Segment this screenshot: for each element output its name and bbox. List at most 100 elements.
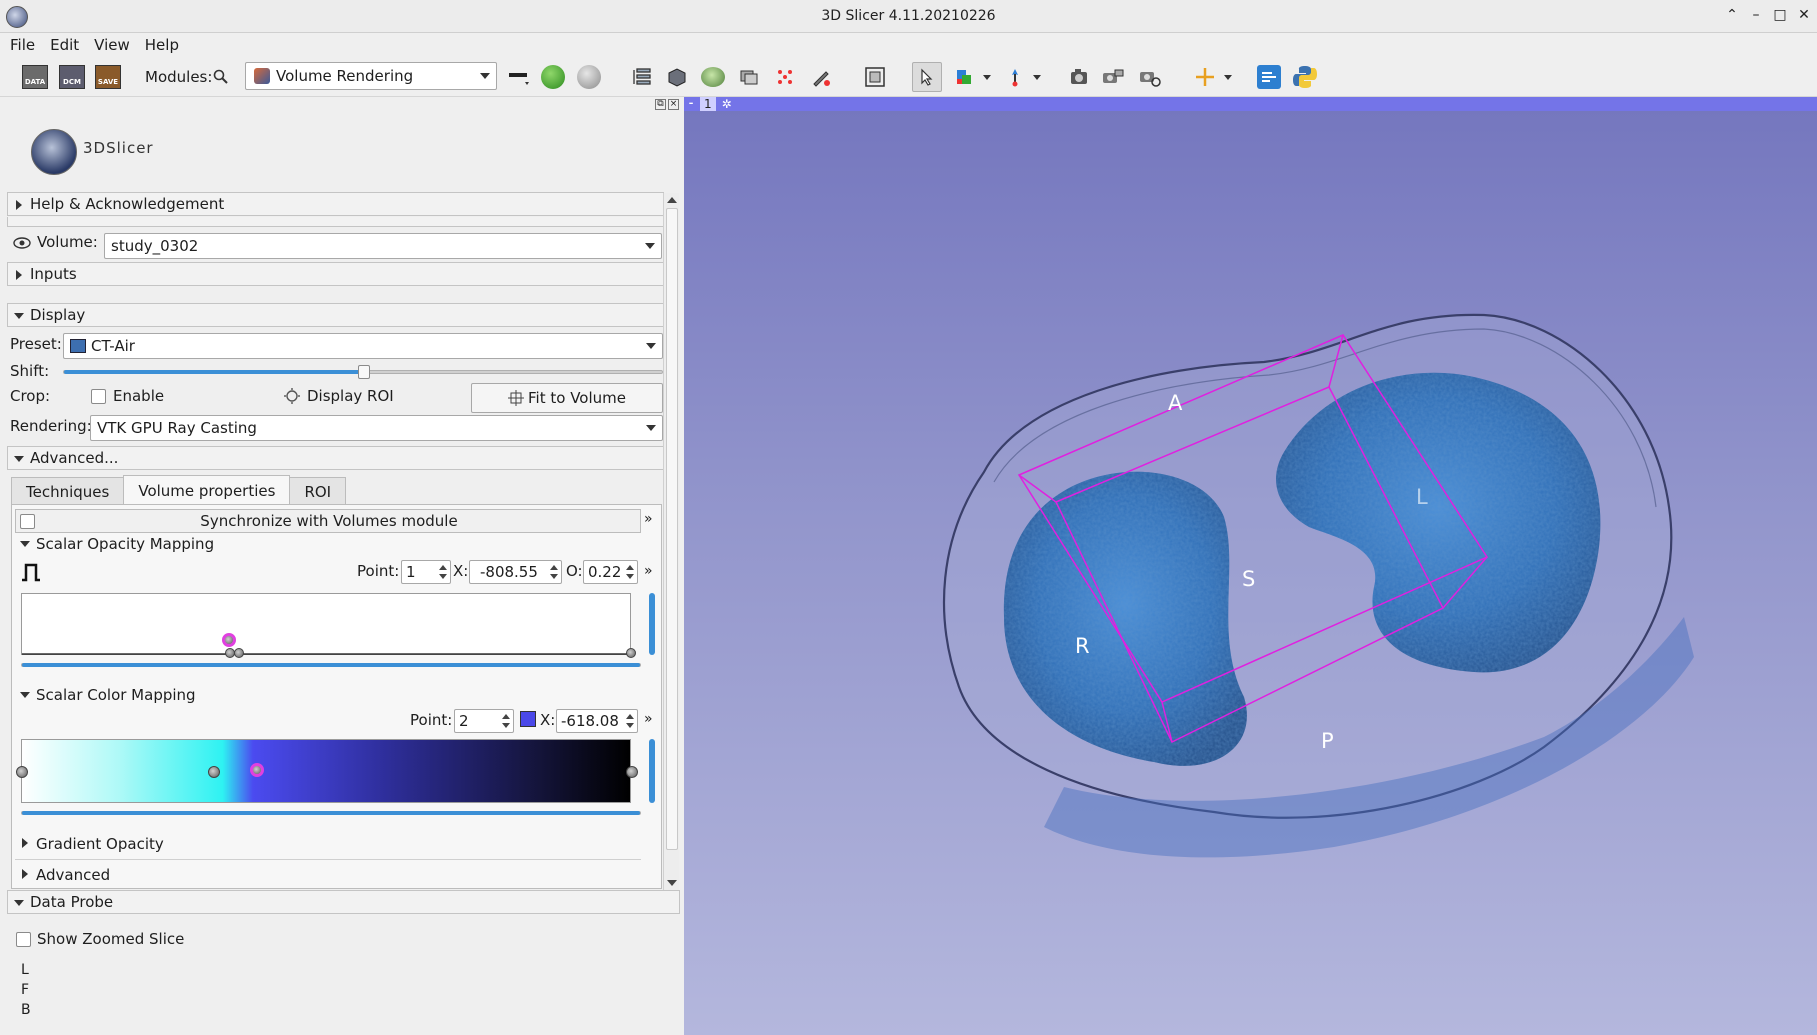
forward-button[interactable] (574, 62, 604, 92)
color-more-icon[interactable]: » (644, 711, 653, 727)
data-probe-section-header[interactable]: Data Probe (7, 890, 680, 914)
help-section-header[interactable]: Help & Acknowledgement (7, 192, 664, 216)
probe-row-l: L (21, 962, 29, 978)
shade-icon[interactable]: ⌃ (1725, 6, 1739, 24)
volume-selector[interactable]: study_0302 (104, 233, 662, 259)
module-selector[interactable]: Volume Rendering (245, 62, 497, 90)
transforms-module-button[interactable] (734, 62, 764, 92)
opacity-point-handle[interactable] (626, 648, 636, 658)
scene-view-button[interactable] (1098, 62, 1128, 92)
display-roi-icon[interactable] (283, 387, 301, 411)
collapse-arrow-icon (14, 456, 24, 462)
models-module-button[interactable] (698, 62, 728, 92)
arrow-left-icon (541, 65, 565, 89)
color-range-hslider[interactable] (21, 811, 641, 815)
shift-slider[interactable] (63, 365, 663, 379)
color-point-handle[interactable] (208, 766, 220, 778)
dicom-button[interactable]: DCM (57, 62, 87, 92)
rendering-value: VTK GPU Ray Casting (97, 419, 257, 437)
color-range-vslider[interactable] (649, 739, 655, 803)
module-history-button[interactable] (504, 62, 534, 92)
opacity-range-vslider[interactable] (649, 593, 655, 655)
app-logo-icon (6, 6, 28, 28)
color-point-spinbox[interactable]: 2 (454, 709, 514, 733)
sync-more-icon[interactable]: » (644, 511, 653, 527)
undock-icon[interactable]: ⧉ (655, 99, 666, 110)
fiducial-dropdown[interactable] (1030, 62, 1044, 92)
color-x-spinbox[interactable]: -618.08 (556, 709, 638, 733)
crosshair-dropdown[interactable] (1221, 62, 1235, 92)
shift-slider-handle[interactable] (358, 365, 370, 379)
menu-help[interactable]: Help (145, 36, 179, 54)
scalar-color-plot[interactable] (16, 739, 638, 803)
3d-view[interactable]: ⁃ 1 ✲ A P R S L (684, 97, 1817, 1035)
chevron-down-icon (646, 425, 656, 431)
display-section-header[interactable]: Display (7, 303, 664, 327)
scalar-opacity-plot[interactable] (21, 593, 636, 658)
fit-to-volume-button[interactable]: Fit to Volume (471, 383, 663, 413)
opacity-x-spinbox[interactable]: -808.55 (469, 560, 562, 584)
crop-enable-checkbox[interactable] (91, 389, 106, 404)
place-markup-dropdown[interactable] (980, 62, 994, 92)
select-mode-button[interactable] (912, 62, 942, 92)
module-panel: ⧉ × 3DSlicer Help & Acknowledgement Volu… (5, 97, 681, 1035)
opacity-more-icon[interactable]: » (644, 563, 653, 579)
expand-arrow-icon (16, 200, 22, 210)
fiducial-button[interactable] (1000, 62, 1030, 92)
preset-selector[interactable]: CT-Air (63, 333, 663, 359)
opacity-o-spinbox[interactable]: 0.22 (583, 560, 638, 584)
markups-module-button[interactable] (770, 62, 800, 92)
volumes-module-button[interactable] (662, 62, 692, 92)
tab-techniques[interactable]: Techniques (11, 477, 125, 505)
preset-value: CT-Air (91, 337, 135, 355)
menu-view[interactable]: View (94, 36, 130, 54)
crosshair-button[interactable] (1190, 62, 1220, 92)
opacity-point-spinbox[interactable]: 1 (401, 560, 451, 584)
module-panel-scrollbar[interactable] (663, 193, 679, 890)
tab-roi[interactable]: ROI (289, 477, 347, 505)
inputs-section-header[interactable]: Inputs (7, 262, 664, 286)
menu-file[interactable]: File (10, 36, 35, 54)
expand-arrow-icon[interactable] (22, 838, 28, 848)
load-data-button[interactable]: DATA (20, 62, 50, 92)
back-button[interactable] (538, 62, 568, 92)
color-swatch-button[interactable] (520, 711, 536, 727)
step-function-icon[interactable] (20, 562, 42, 582)
close-icon[interactable]: ✕ (1797, 6, 1811, 24)
layout-button[interactable] (860, 62, 890, 92)
maximize-icon[interactable]: □ (1773, 6, 1787, 24)
title-bar: 3D Slicer 4.11.20210226 ⌃ – □ ✕ (0, 0, 1817, 33)
module-search-icon[interactable] (210, 62, 232, 92)
fit-to-volume-label: Fit to Volume (528, 389, 626, 407)
python-console-button[interactable] (1290, 62, 1320, 92)
opacity-x-value: -808.55 (480, 563, 538, 581)
collapse-arrow-icon[interactable] (20, 541, 30, 547)
panel-close-icon[interactable]: × (668, 99, 679, 110)
show-zoomed-slice-checkbox[interactable] (16, 932, 31, 947)
extension-manager-button[interactable] (1254, 62, 1284, 92)
tab-volume-properties[interactable]: Volume properties (123, 475, 291, 505)
opacity-point-handle[interactable] (234, 648, 244, 658)
volume-value: study_0302 (111, 237, 199, 255)
rendering-selector[interactable]: VTK GPU Ray Casting (90, 415, 663, 441)
save-button[interactable]: SAVE (93, 62, 123, 92)
menu-edit[interactable]: Edit (50, 36, 79, 54)
restore-scene-button[interactable] (1135, 62, 1165, 92)
opacity-point-selected[interactable] (222, 633, 236, 647)
color-point-handle[interactable] (626, 766, 638, 778)
minimize-icon[interactable]: – (1749, 6, 1763, 24)
expand-arrow-icon[interactable] (22, 869, 28, 879)
color-point-selected[interactable] (250, 763, 264, 777)
color-point-handle[interactable] (16, 766, 28, 778)
place-markup-button[interactable] (950, 62, 980, 92)
orientation-label-a: A (1168, 391, 1183, 415)
editor-module-button[interactable] (806, 62, 836, 92)
collapse-arrow-icon[interactable] (20, 692, 30, 698)
eye-icon[interactable] (13, 234, 31, 256)
display-roi-label: Display ROI (307, 387, 394, 405)
opacity-range-hslider[interactable] (21, 663, 641, 667)
screenshot-button[interactable] (1064, 62, 1094, 92)
chevron-down-icon (480, 73, 490, 79)
data-module-button[interactable] (627, 62, 657, 92)
advanced-section-header[interactable]: Advanced... (7, 446, 664, 470)
